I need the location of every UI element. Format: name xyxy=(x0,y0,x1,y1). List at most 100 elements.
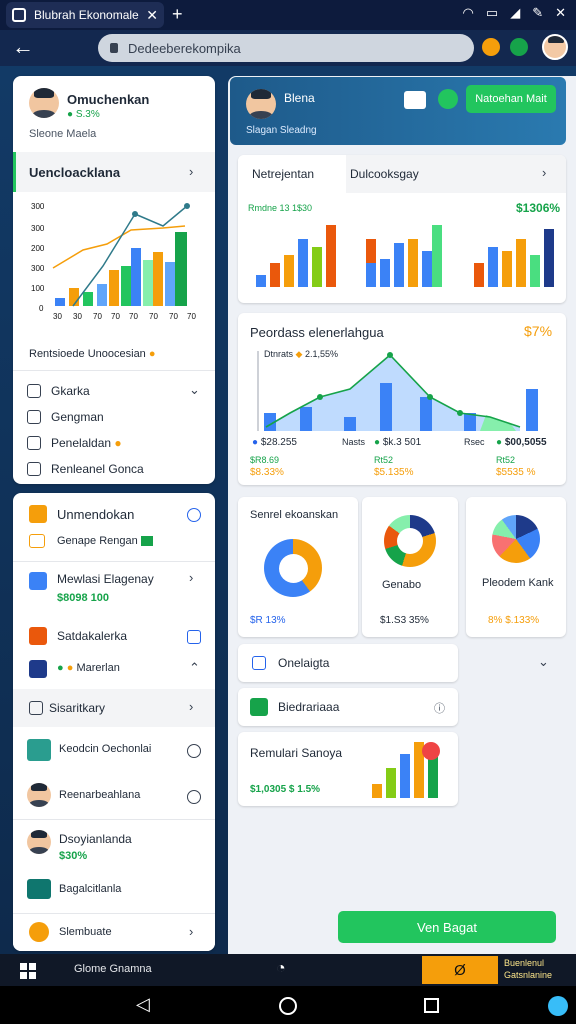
recents-nav-icon[interactable] xyxy=(424,998,439,1013)
sidebar-item[interactable]: Sisaritkary › xyxy=(13,689,215,727)
sidebar-item[interactable]: ● ● Marerlan ⌃ xyxy=(13,657,215,681)
x-tick: 30 xyxy=(73,312,82,321)
pie-value: $R 13% xyxy=(250,615,286,626)
highlighted-app[interactable]: Ø xyxy=(422,956,498,984)
tab-active[interactable]: Netrejentan xyxy=(238,155,346,193)
sidebar-item[interactable]: Reenarbeahlana xyxy=(13,781,215,811)
primary-action-button[interactable]: Natoehan Mait xyxy=(466,85,556,113)
bar xyxy=(432,225,442,287)
bar xyxy=(298,239,308,287)
bar xyxy=(366,263,376,287)
bar-chart-card: Netrejentan Dulcooksgay › Rmdne 13 1$30 … xyxy=(238,155,566,303)
section-header[interactable]: Uencloacklana › xyxy=(13,152,215,192)
list-card[interactable]: Biedrariaaa ⓘ xyxy=(238,688,458,726)
stat-2: ● $k.3 501 xyxy=(374,437,422,448)
note-icon xyxy=(29,701,43,715)
wifi-icon: ◠ xyxy=(462,5,474,20)
x-tick: 70 xyxy=(149,312,158,321)
extension-icon[interactable] xyxy=(482,38,500,56)
item-label: Keodcin Oechonlai xyxy=(59,743,152,755)
new-tab-icon[interactable]: + xyxy=(172,4,183,25)
bar xyxy=(502,251,512,287)
taskbar: Glome Gnamna ◔ Ø Buenlenul Gatsnlanine xyxy=(0,954,576,986)
active-indicator xyxy=(13,152,16,192)
taskbar-label[interactable]: Glome Gnamna xyxy=(74,963,152,975)
sidebar-item[interactable]: Dsoyianlanda $30% xyxy=(13,819,215,865)
tag-icon xyxy=(29,627,47,645)
person-avatar xyxy=(27,830,51,854)
chart-sublabel: Rmdne 13 1$30 xyxy=(248,203,313,213)
sidebar-menu-item[interactable]: Gkarka ⌄ xyxy=(13,380,215,402)
tab-inactive[interactable]: Dulcooksgay › xyxy=(346,155,566,193)
folder-icon xyxy=(29,505,47,523)
list-label: Onelaigta xyxy=(278,656,330,670)
assistant-icon[interactable] xyxy=(548,996,568,1016)
bar xyxy=(530,255,540,287)
back-arrow-icon[interactable]: ← xyxy=(12,34,34,60)
bar xyxy=(256,275,266,287)
sidebar-item[interactable]: Mewlasi Elagenay $8098 100 › xyxy=(13,561,215,611)
info-icon xyxy=(187,790,201,804)
card-title: Peordass elenerlahgua xyxy=(250,325,384,340)
status-icon[interactable] xyxy=(438,89,458,109)
cta-button[interactable]: Ven Bagat xyxy=(338,911,556,943)
x-tick: 70 xyxy=(187,312,196,321)
sidebar-menu-item[interactable]: Penelaldan ● xyxy=(13,432,215,454)
item-value: $30% xyxy=(59,850,88,862)
x-label: Rsec xyxy=(464,437,485,447)
home-nav-icon[interactable] xyxy=(279,997,297,1015)
sidebar-chart: 300 300 200 300 100 0 30 30 70 70 70 70 … xyxy=(13,196,215,326)
image-icon[interactable] xyxy=(404,91,426,109)
list-label: Biedrariaaa xyxy=(278,700,340,714)
extension-icon-2[interactable] xyxy=(510,38,528,56)
foot-stat: $5535 % xyxy=(496,467,536,478)
pie-card[interactable]: Genabo $1.S3 35% xyxy=(362,497,458,637)
bar xyxy=(516,239,526,287)
profile-avatar[interactable] xyxy=(542,34,568,60)
sidebar-item[interactable]: Satdakalerka xyxy=(13,623,215,649)
sidebar-menu-item[interactable]: Gengman xyxy=(13,406,215,428)
browser-tab[interactable]: Blubrah Ekonomale ✕ xyxy=(6,2,164,28)
chevron-right-icon: › xyxy=(189,164,194,179)
close-tab-icon[interactable]: ✕ xyxy=(146,7,158,24)
item-value: $8098 100 xyxy=(57,592,109,604)
chevron-right-icon: › xyxy=(189,699,194,714)
sidebar-item[interactable]: Keodcin Oechonlai xyxy=(13,735,215,765)
item-label: Dsoyianlanda xyxy=(59,832,132,846)
back-nav-icon[interactable]: ◁ xyxy=(136,994,150,1015)
bar xyxy=(408,239,418,287)
bar-group xyxy=(248,225,348,295)
sub-label: Rt52 xyxy=(496,455,516,465)
info-icon xyxy=(187,744,201,758)
profile-avatar[interactable] xyxy=(246,89,276,119)
menu-label: Gengman xyxy=(51,410,104,424)
browser-app-icon[interactable]: ◔ xyxy=(276,960,286,978)
sidebar-item[interactable]: Bagalcitlanla xyxy=(13,875,215,903)
sidebar-item[interactable]: Unmendokan xyxy=(13,501,215,527)
image-thumbnail-icon xyxy=(27,739,51,761)
sub-label: $R8.69 xyxy=(250,455,280,465)
close-icon[interactable]: ✕ xyxy=(555,5,566,21)
url-field[interactable]: Dedeeberekompika xyxy=(98,34,474,62)
pie-card[interactable]: Senrel ekoanskan $R 13% xyxy=(238,497,358,637)
start-menu-icon[interactable] xyxy=(20,963,36,979)
folder-outline-icon xyxy=(29,534,45,548)
mini-chart-card[interactable]: Remulari Sanoya $1,0305 $ 1.5% xyxy=(238,732,458,806)
list-card[interactable]: Onelaigta xyxy=(238,644,458,682)
bar xyxy=(270,263,280,287)
sidebar-top-card: Omuchenkan ● S.3% Sleone Maela Uencloack… xyxy=(13,76,215,484)
card-value: $7% xyxy=(524,323,553,339)
badge-icon xyxy=(29,922,49,942)
bar-group xyxy=(468,225,560,295)
bar xyxy=(488,247,498,287)
sidebar-item[interactable]: Slembuate › xyxy=(13,913,215,951)
sidebar-menu-item[interactable]: Renleanel Gonca xyxy=(13,458,215,480)
system-nav-bar: ◁ xyxy=(0,986,576,1024)
pie-card[interactable]: Pleodem Kank 8% $.133% xyxy=(466,497,566,637)
item-label: Reenarbeahlana xyxy=(59,789,141,801)
profile-meta: Slagan Sleadng xyxy=(246,125,317,136)
bar-group xyxy=(360,225,460,295)
sidebar-item[interactable]: Genape Rengan xyxy=(13,531,215,553)
user-avatar[interactable] xyxy=(29,88,59,118)
chevron-down-icon[interactable]: ⌄ xyxy=(538,654,549,670)
